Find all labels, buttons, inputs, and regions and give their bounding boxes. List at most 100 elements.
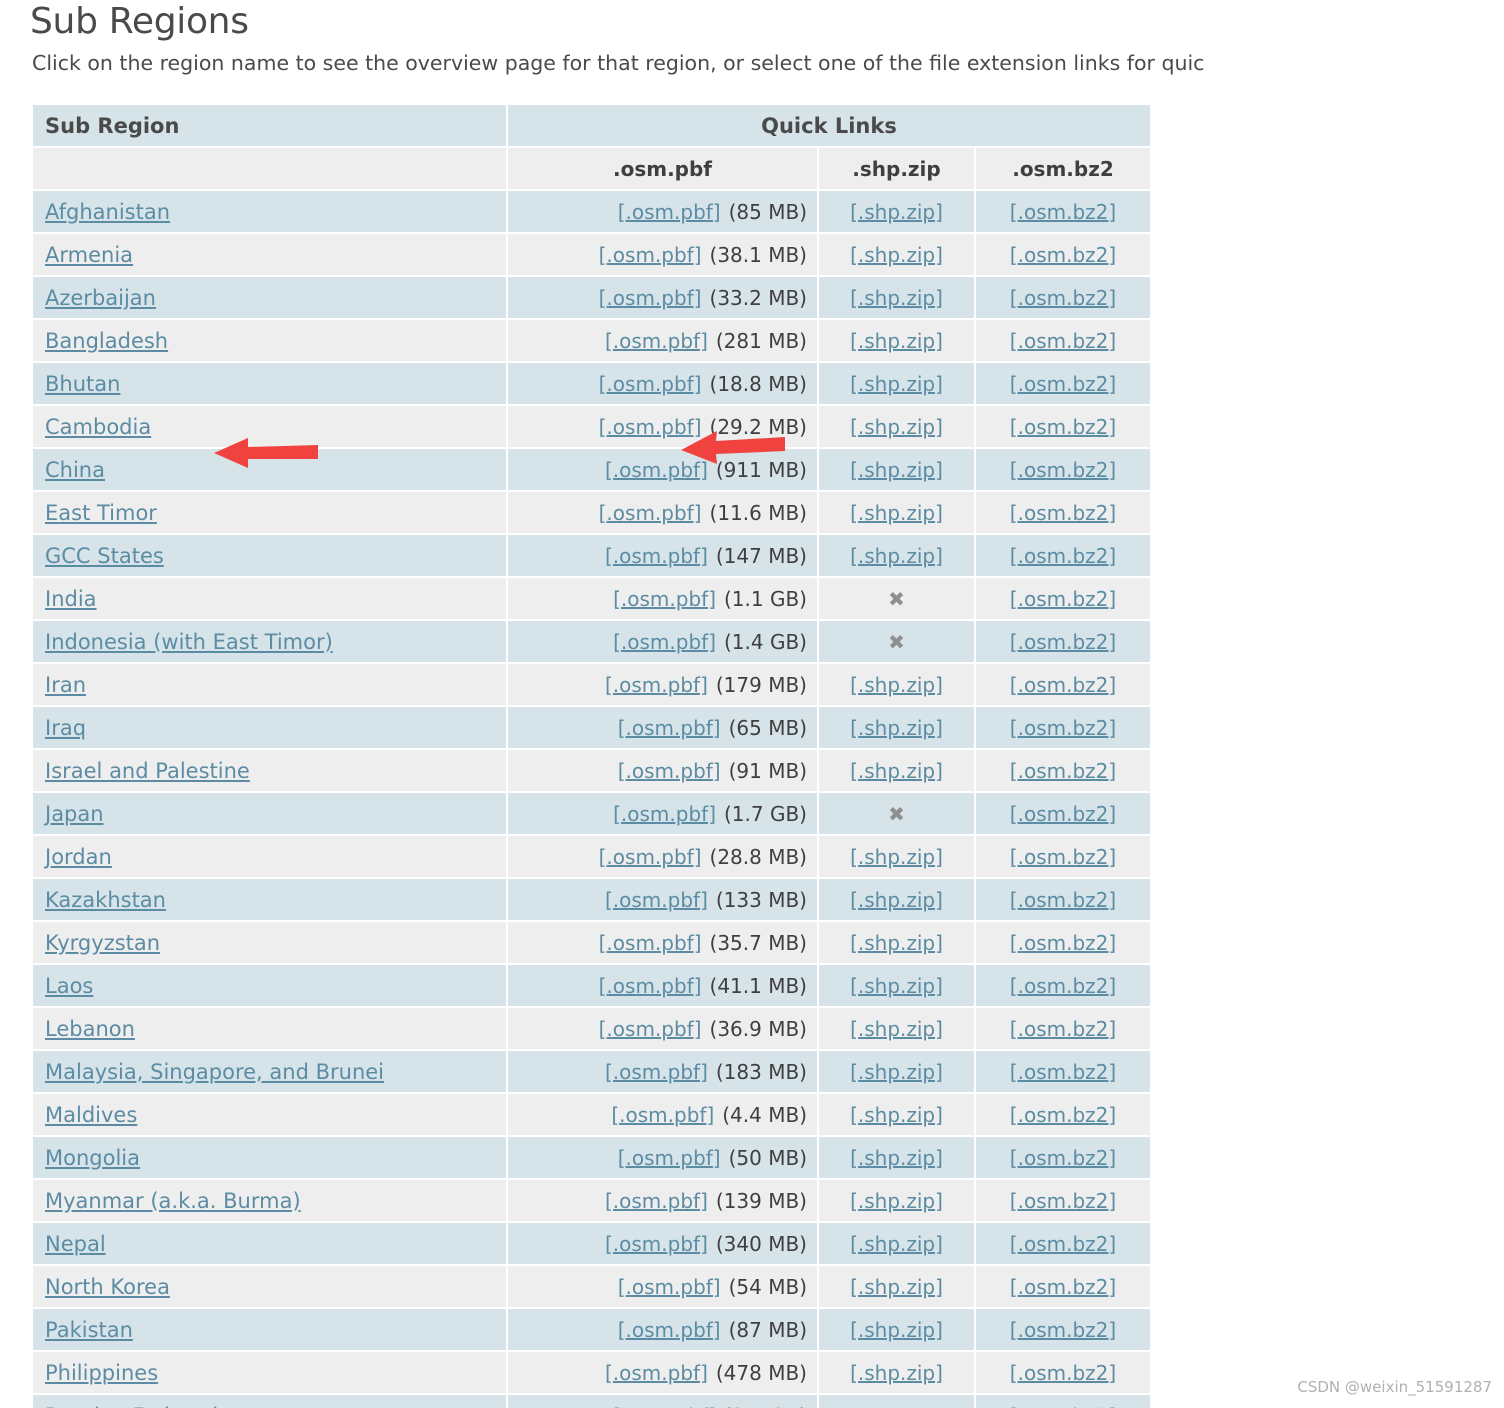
osm-pbf-link[interactable]: [.osm.pbf] <box>618 1275 721 1299</box>
osm-pbf-link[interactable]: [.osm.pbf] <box>613 587 716 611</box>
shp-zip-link[interactable]: [.shp.zip] <box>850 1103 943 1127</box>
osm-bz2-link[interactable]: [.osm.bz2] <box>1010 1361 1116 1385</box>
osm-pbf-link[interactable]: [.osm.pbf] <box>599 845 702 869</box>
osm-pbf-link[interactable]: [.osm.pbf] <box>618 759 721 783</box>
osm-bz2-link[interactable]: [.osm.bz2] <box>1010 243 1116 267</box>
region-link[interactable]: Kyrgyzstan <box>45 931 160 955</box>
osm-bz2-link[interactable]: [.osm.bz2] <box>1010 329 1116 353</box>
region-link[interactable]: Nepal <box>45 1232 106 1256</box>
region-link[interactable]: China <box>45 458 105 482</box>
osm-pbf-link[interactable]: [.osm.pbf] <box>599 415 702 439</box>
osm-pbf-link[interactable]: [.osm.pbf] <box>599 1017 702 1041</box>
osm-bz2-link[interactable]: [.osm.bz2] <box>1010 286 1116 310</box>
region-link[interactable]: Laos <box>45 974 93 998</box>
osm-bz2-link[interactable]: [.osm.bz2] <box>1010 1232 1116 1256</box>
osm-pbf-link[interactable]: [.osm.pbf] <box>618 1146 721 1170</box>
osm-pbf-link[interactable]: [.osm.pbf] <box>618 716 721 740</box>
osm-pbf-link[interactable]: [.osm.pbf] <box>613 1404 716 1408</box>
region-link[interactable]: Maldives <box>45 1103 137 1127</box>
region-link[interactable]: Bangladesh <box>45 329 168 353</box>
osm-bz2-link[interactable]: [.osm.bz2] <box>1010 1103 1116 1127</box>
region-link[interactable]: Bhutan <box>45 372 120 396</box>
shp-zip-link[interactable]: [.shp.zip] <box>850 1189 943 1213</box>
shp-zip-link[interactable]: [.shp.zip] <box>850 501 943 525</box>
osm-pbf-link[interactable]: [.osm.pbf] <box>599 974 702 998</box>
region-link[interactable]: GCC States <box>45 544 164 568</box>
osm-bz2-link[interactable]: [.osm.bz2] <box>1010 974 1116 998</box>
osm-bz2-link[interactable]: [.osm.bz2] <box>1010 1146 1116 1170</box>
shp-zip-link[interactable]: [.shp.zip] <box>850 1232 943 1256</box>
osm-bz2-link[interactable]: [.osm.bz2] <box>1010 1318 1116 1342</box>
shp-zip-link[interactable]: [.shp.zip] <box>850 415 943 439</box>
region-link[interactable]: Philippines <box>45 1361 158 1385</box>
shp-zip-link[interactable]: [.shp.zip] <box>850 1017 943 1041</box>
region-link[interactable]: North Korea <box>45 1275 170 1299</box>
osm-pbf-link[interactable]: [.osm.pbf] <box>605 458 708 482</box>
osm-bz2-link[interactable]: [.osm.bz2] <box>1010 1060 1116 1084</box>
osm-bz2-link[interactable]: [.osm.bz2] <box>1010 1189 1116 1213</box>
osm-pbf-link[interactable]: [.osm.pbf] <box>605 673 708 697</box>
osm-bz2-link[interactable]: [.osm.bz2] <box>1010 716 1116 740</box>
osm-pbf-link[interactable]: [.osm.pbf] <box>599 931 702 955</box>
osm-pbf-link[interactable]: [.osm.pbf] <box>605 1361 708 1385</box>
osm-pbf-link[interactable]: [.osm.pbf] <box>599 243 702 267</box>
region-link[interactable]: Armenia <box>45 243 133 267</box>
shp-zip-link[interactable]: [.shp.zip] <box>850 243 943 267</box>
shp-zip-link[interactable]: [.shp.zip] <box>850 1275 943 1299</box>
osm-bz2-link[interactable]: [.osm.bz2] <box>1010 802 1116 826</box>
region-link[interactable]: Afghanistan <box>45 200 170 224</box>
shp-zip-link[interactable]: [.shp.zip] <box>850 458 943 482</box>
osm-bz2-link[interactable]: [.osm.bz2] <box>1010 931 1116 955</box>
region-link[interactable]: Israel and Palestine <box>45 759 250 783</box>
osm-pbf-link[interactable]: [.osm.pbf] <box>613 802 716 826</box>
osm-pbf-link[interactable]: [.osm.pbf] <box>599 501 702 525</box>
shp-zip-link[interactable]: [.shp.zip] <box>850 1146 943 1170</box>
osm-pbf-link[interactable]: [.osm.pbf] <box>599 286 702 310</box>
osm-bz2-link[interactable]: [.osm.bz2] <box>1010 544 1116 568</box>
osm-pbf-link[interactable]: [.osm.pbf] <box>599 372 702 396</box>
osm-bz2-link[interactable]: [.osm.bz2] <box>1010 372 1116 396</box>
osm-pbf-link[interactable]: [.osm.pbf] <box>605 1189 708 1213</box>
region-link[interactable]: Cambodia <box>45 415 151 439</box>
shp-zip-link[interactable]: [.shp.zip] <box>850 200 943 224</box>
region-link[interactable]: Malaysia, Singapore, and Brunei <box>45 1060 384 1084</box>
osm-pbf-link[interactable]: [.osm.pbf] <box>605 329 708 353</box>
region-link[interactable]: India <box>45 587 97 611</box>
region-link[interactable]: Iraq <box>45 716 86 740</box>
osm-bz2-link[interactable]: [.osm.bz2] <box>1010 759 1116 783</box>
region-link[interactable]: Jordan <box>45 845 112 869</box>
region-link[interactable]: Azerbaijan <box>45 286 156 310</box>
region-link[interactable]: Myanmar (a.k.a. Burma) <box>45 1189 301 1213</box>
shp-zip-link[interactable]: [.shp.zip] <box>850 931 943 955</box>
osm-pbf-link[interactable]: [.osm.pbf] <box>613 630 716 654</box>
shp-zip-link[interactable]: [.shp.zip] <box>850 673 943 697</box>
shp-zip-link[interactable]: [.shp.zip] <box>850 1361 943 1385</box>
region-link[interactable]: Kazakhstan <box>45 888 166 912</box>
region-link[interactable]: Indonesia (with East Timor) <box>45 630 333 654</box>
shp-zip-link[interactable]: [.shp.zip] <box>850 286 943 310</box>
shp-zip-link[interactable]: [.shp.zip] <box>850 372 943 396</box>
shp-zip-link[interactable]: [.shp.zip] <box>850 329 943 353</box>
shp-zip-link[interactable]: [.shp.zip] <box>850 845 943 869</box>
shp-zip-link[interactable]: [.shp.zip] <box>850 716 943 740</box>
shp-zip-link[interactable]: [.shp.zip] <box>850 759 943 783</box>
shp-zip-link[interactable]: [.shp.zip] <box>850 888 943 912</box>
osm-bz2-link[interactable]: [.osm.bz2] <box>1010 200 1116 224</box>
region-link[interactable]: Pakistan <box>45 1318 133 1342</box>
osm-bz2-link[interactable]: [.osm.bz2] <box>1010 1404 1116 1408</box>
osm-bz2-link[interactable]: [.osm.bz2] <box>1010 1275 1116 1299</box>
osm-pbf-link[interactable]: [.osm.pbf] <box>605 1232 708 1256</box>
osm-pbf-link[interactable]: [.osm.pbf] <box>605 888 708 912</box>
osm-bz2-link[interactable]: [.osm.bz2] <box>1010 630 1116 654</box>
osm-pbf-link[interactable]: [.osm.pbf] <box>618 1318 721 1342</box>
osm-bz2-link[interactable]: [.osm.bz2] <box>1010 845 1116 869</box>
osm-pbf-link[interactable]: [.osm.pbf] <box>611 1103 714 1127</box>
osm-pbf-link[interactable]: [.osm.pbf] <box>618 200 721 224</box>
osm-bz2-link[interactable]: [.osm.bz2] <box>1010 501 1116 525</box>
region-link[interactable]: Lebanon <box>45 1017 135 1041</box>
shp-zip-link[interactable]: [.shp.zip] <box>850 974 943 998</box>
osm-bz2-link[interactable]: [.osm.bz2] <box>1010 587 1116 611</box>
osm-bz2-link[interactable]: [.osm.bz2] <box>1010 888 1116 912</box>
region-link[interactable]: East Timor <box>45 501 157 525</box>
region-link[interactable]: Iran <box>45 673 86 697</box>
